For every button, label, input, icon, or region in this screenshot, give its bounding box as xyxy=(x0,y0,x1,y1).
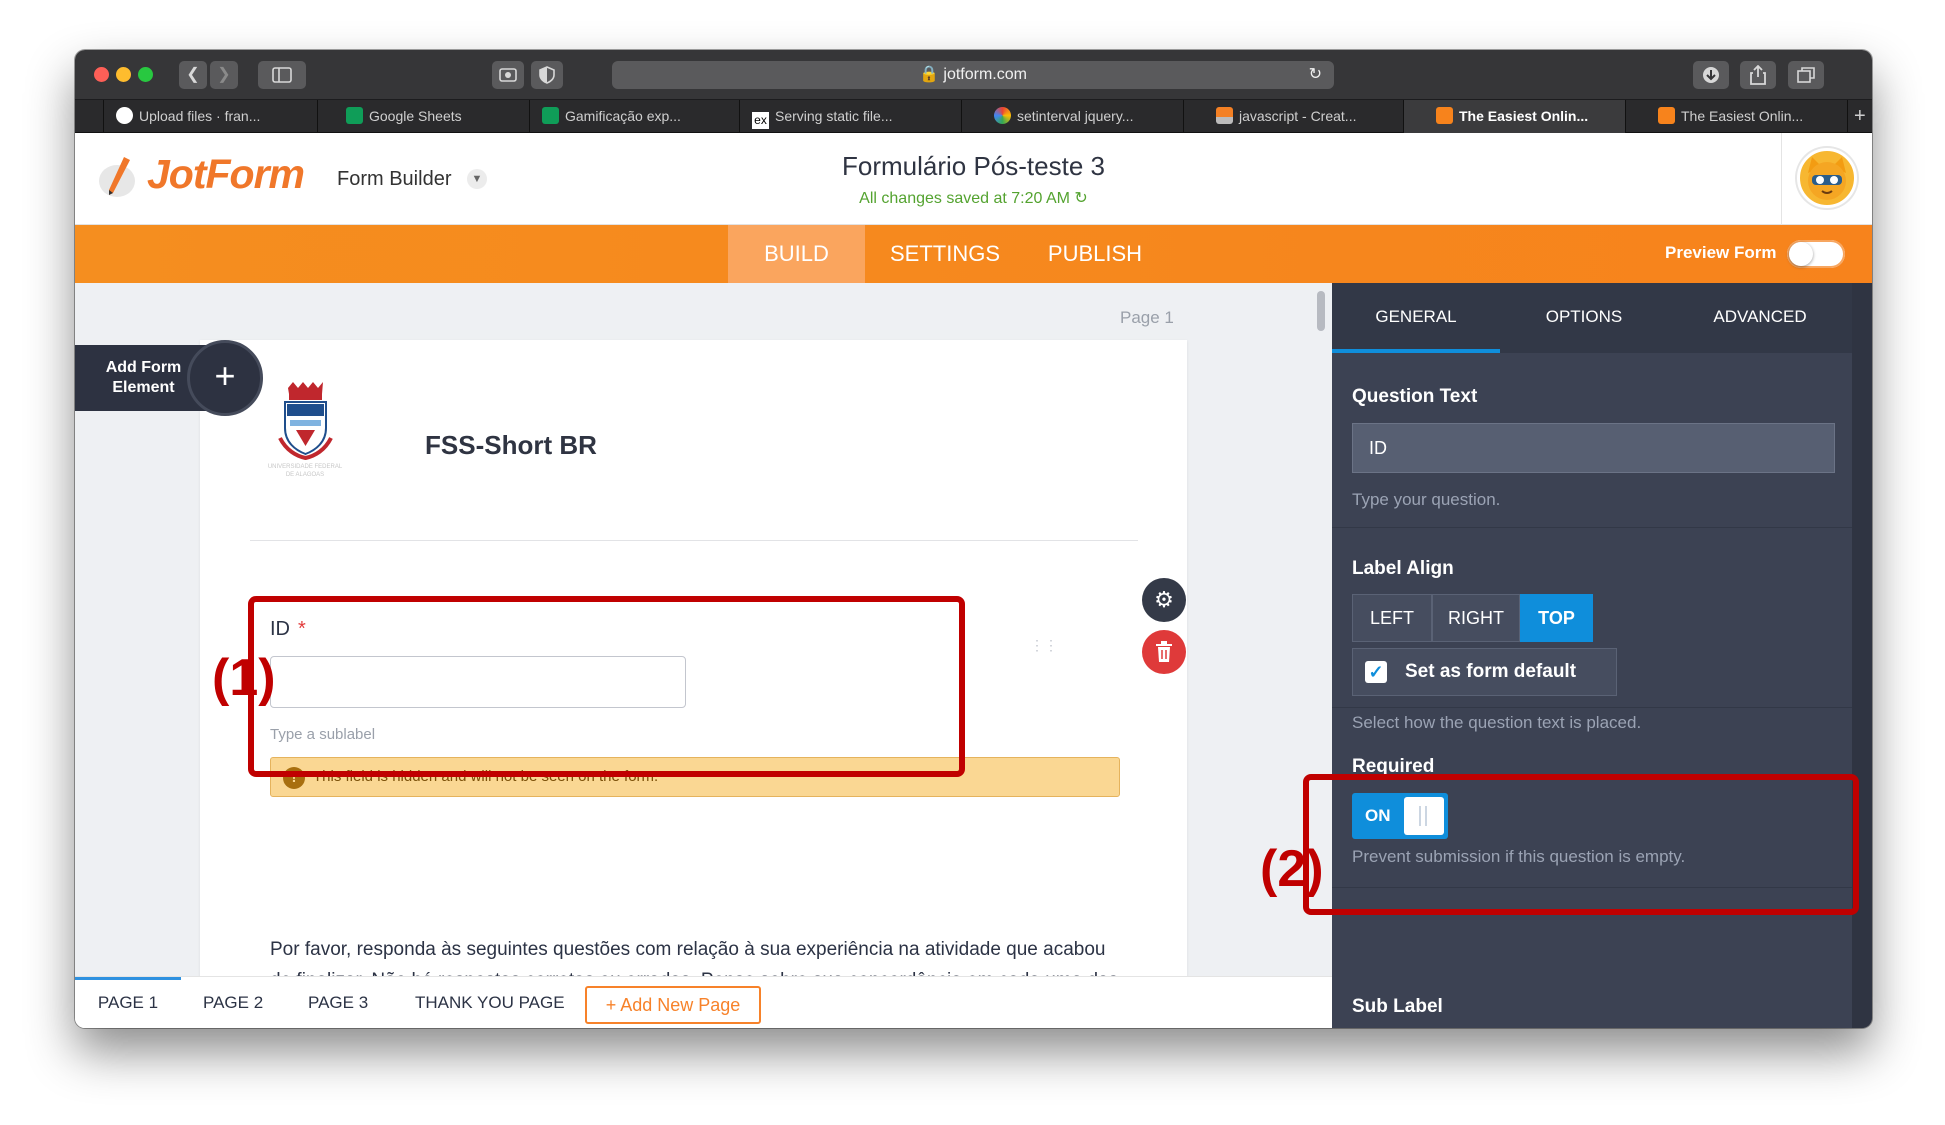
label-align-label: Label Align xyxy=(1352,558,1454,579)
header-divider-line xyxy=(250,540,1138,541)
align-right-button[interactable]: RIGHT xyxy=(1432,594,1520,642)
browser-window: ❮ ❯ 🔒 jotform.com ↻ Upload files · fran.… xyxy=(75,50,1872,1028)
tab-advanced[interactable]: ADVANCED xyxy=(1668,283,1852,353)
github-icon xyxy=(116,107,133,124)
drag-handle-icon[interactable]: ⋮⋮ xyxy=(1030,638,1058,669)
page-tab-2[interactable]: PAGE 2 xyxy=(203,977,263,1028)
browser-tab[interactable]: setinterval jquery... xyxy=(961,100,1183,133)
header-divider xyxy=(1781,133,1782,225)
stackoverflow-icon xyxy=(1216,107,1233,124)
canvas-scrollbar[interactable] xyxy=(1317,291,1325,331)
properties-panel: GENERAL OPTIONS ADVANCED Question Text I… xyxy=(1332,283,1872,1028)
cat-avatar-icon xyxy=(1808,157,1846,200)
browser-toolbar: ❮ ❯ 🔒 jotform.com ↻ xyxy=(75,50,1872,100)
form-title[interactable]: Formulário Pós-teste 3 xyxy=(75,151,1872,182)
privacy-shield-icon[interactable] xyxy=(531,61,563,89)
express-icon: ex xyxy=(752,112,769,129)
back-icon[interactable]: ❮ xyxy=(179,61,207,89)
share-icon[interactable] xyxy=(1740,61,1776,89)
refresh-icon: ↻ xyxy=(1074,190,1088,207)
add-form-element-button[interactable]: Add Form Element + xyxy=(75,340,263,416)
save-status: All changes saved at 7:20 AM ↻ xyxy=(859,190,1088,207)
google-sheets-icon xyxy=(346,107,363,124)
set-form-default-checkbox[interactable]: ✓ Set as form default xyxy=(1352,648,1617,696)
url-text: jotform.com xyxy=(943,66,1027,83)
user-avatar[interactable] xyxy=(1797,148,1857,208)
close-window-button[interactable] xyxy=(94,67,109,82)
tab-publish[interactable]: PUBLISH xyxy=(1025,225,1165,283)
tab-general[interactable]: GENERAL xyxy=(1332,283,1500,353)
annotation-label-1: (1) xyxy=(212,649,276,707)
annotation-box-1 xyxy=(248,596,965,777)
zoom-window-button[interactable] xyxy=(138,67,153,82)
page-indicator: Page 1 xyxy=(1120,308,1174,327)
browser-tab-strip: Upload files · fran... Google Sheets Gam… xyxy=(75,100,1872,133)
align-left-button[interactable]: LEFT xyxy=(1352,594,1432,642)
add-form-element-label: Add Form Element xyxy=(105,359,182,396)
browser-tab-active[interactable]: The Easiest Onlin... xyxy=(1403,100,1625,133)
delete-field-trash-icon[interactable] xyxy=(1142,630,1186,674)
minimize-window-button[interactable] xyxy=(116,67,131,82)
browser-tab[interactable]: Gamificação exp... xyxy=(529,100,739,133)
form-heading[interactable]: FSS-Short BR xyxy=(425,430,597,461)
preview-form-label: Preview Form xyxy=(1665,243,1777,262)
tab-build[interactable]: BUILD xyxy=(728,225,865,283)
add-new-page-button[interactable]: + Add New Page xyxy=(585,986,761,1024)
preview-form-toggle[interactable] xyxy=(1787,240,1845,268)
jotform-icon xyxy=(1658,107,1675,124)
browser-tab[interactable]: The Easiest Onlin... xyxy=(1625,100,1847,133)
sidebar-icon[interactable] xyxy=(258,61,306,89)
reload-icon[interactable]: ↻ xyxy=(1309,61,1322,89)
google-sheets-icon xyxy=(542,107,559,124)
jotform-icon xyxy=(1436,107,1453,124)
annotation-box-2 xyxy=(1303,774,1859,915)
page-tabs-bar: PAGE 1 PAGE 2 PAGE 3 THANK YOU PAGE + Ad… xyxy=(75,976,1332,1028)
field-properties-gear-icon[interactable]: ⚙ xyxy=(1142,578,1186,622)
sub-label-heading: Sub Label xyxy=(1352,996,1443,1017)
label-align-section: Label Align LEFT RIGHT TOP ✓ Set as form… xyxy=(1332,528,1852,732)
pinwheel-icon xyxy=(994,107,1011,124)
question-text-label: Question Text xyxy=(1352,386,1478,407)
browser-tab[interactable]: Upload files · fran... xyxy=(103,100,317,133)
tabs-overview-icon[interactable] xyxy=(1788,61,1824,89)
browser-tab[interactable]: ex Serving static file... xyxy=(739,100,961,133)
address-bar[interactable]: 🔒 jotform.com ↻ xyxy=(612,61,1334,89)
toggle-knob xyxy=(1789,242,1813,266)
annotation-label-2: (2) xyxy=(1260,840,1324,898)
download-icon[interactable] xyxy=(1693,61,1729,89)
plus-icon[interactable]: + xyxy=(187,340,263,416)
university-logo-icon: UNIVERSIDADE FEDERAL DE ALAGOAS xyxy=(268,382,343,478)
svg-text:UNIVERSIDADE FEDERAL: UNIVERSIDADE FEDERAL xyxy=(268,464,343,470)
page-tab-3[interactable]: PAGE 3 xyxy=(308,977,368,1028)
tab-settings[interactable]: SETTINGS xyxy=(865,225,1025,283)
browser-tab[interactable]: Google Sheets xyxy=(317,100,529,133)
new-tab-icon[interactable]: + xyxy=(1847,100,1872,133)
properties-tabs: GENERAL OPTIONS ADVANCED xyxy=(1332,283,1852,353)
forward-icon[interactable]: ❯ xyxy=(210,61,238,89)
question-text-section: Question Text ID Type your question. xyxy=(1332,353,1852,528)
align-top-button[interactable]: TOP xyxy=(1520,594,1593,642)
page-tab-1[interactable]: PAGE 1 xyxy=(75,977,181,1028)
question-text-input[interactable]: ID xyxy=(1352,423,1835,473)
app-header: JotForm Form Builder ▼ Formulário Pós-te… xyxy=(75,133,1872,225)
question-text-help: Type your question. xyxy=(1352,490,1501,509)
panel-scrollbar[interactable] xyxy=(1852,283,1872,1028)
tab-options[interactable]: OPTIONS xyxy=(1500,283,1668,353)
svg-text:DE ALAGOAS: DE ALAGOAS xyxy=(286,472,324,478)
set-form-default-label: Set as form default xyxy=(1405,661,1577,682)
screen-record-icon[interactable] xyxy=(492,61,524,89)
browser-tab[interactable]: javascript - Creat... xyxy=(1183,100,1403,133)
lock-icon: 🔒 xyxy=(919,66,939,83)
page-tab-thank-you[interactable]: THANK YOU PAGE xyxy=(415,977,565,1028)
checkmark-icon: ✓ xyxy=(1365,661,1387,683)
builder-nav-bar: BUILD SETTINGS PUBLISH Preview Form xyxy=(75,225,1872,283)
